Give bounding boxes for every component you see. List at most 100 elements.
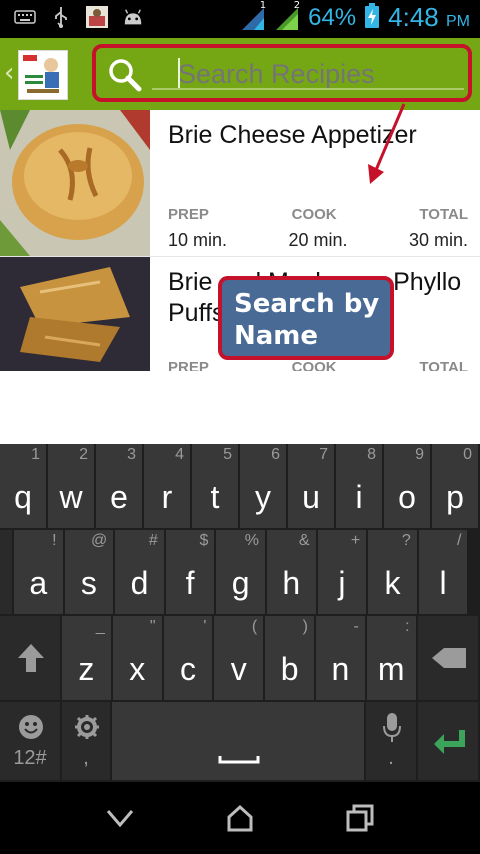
key-d[interactable]: # d	[115, 530, 166, 616]
key-label: m	[377, 651, 405, 687]
key-hint: &	[298, 532, 310, 549]
key-o[interactable]: 9o	[384, 444, 432, 530]
key-hint: )	[302, 618, 308, 635]
key-r[interactable]: 4r	[144, 444, 192, 530]
key-hint: #	[148, 532, 158, 549]
key-hint: %	[244, 532, 259, 549]
key-label: f	[185, 565, 195, 601]
enter-key[interactable]	[418, 702, 480, 782]
key-u[interactable]: 7u	[288, 444, 336, 530]
backspace-icon	[432, 648, 466, 668]
key-label: p	[446, 479, 464, 515]
key-label: w	[59, 479, 83, 515]
key-hint: (	[251, 618, 258, 635]
key-hint: '	[203, 618, 207, 635]
key-v[interactable]: (v	[214, 616, 266, 702]
key-label: v	[230, 651, 247, 687]
key-j[interactable]: + j	[317, 530, 369, 616]
key-e[interactable]: 3e	[96, 444, 144, 530]
key-n[interactable]: -n	[316, 616, 367, 702]
recipe-thumbnail	[0, 257, 150, 371]
shift-icon	[18, 644, 44, 672]
space-icon	[218, 756, 260, 764]
key-hint: 4	[175, 446, 184, 463]
key-hint: 1	[31, 446, 40, 463]
key-label: s	[80, 565, 97, 601]
key-hint: 6	[271, 446, 280, 463]
key-c[interactable]: ' c	[163, 616, 215, 702]
comma-key[interactable]: ,	[62, 702, 112, 782]
key-m[interactable]: :m	[366, 616, 418, 702]
key-label: r	[161, 479, 173, 515]
key-label: d	[130, 565, 149, 601]
key-h[interactable]: & h	[267, 530, 318, 616]
backspace-key[interactable]	[418, 616, 480, 702]
key-hint: "	[149, 618, 156, 635]
total-label: TOTAL	[419, 359, 468, 371]
key-z[interactable]: _ z	[62, 616, 113, 702]
key-q[interactable]: 1q	[0, 444, 48, 530]
key-hint: 8	[367, 446, 376, 463]
navigation-bar	[0, 782, 480, 854]
key-label: g	[231, 565, 250, 601]
search-by-name-callout: Search by Name	[218, 276, 394, 360]
key-hint: 5	[223, 446, 232, 463]
key-hint: 3	[127, 446, 136, 463]
key-a[interactable]: ! a	[14, 530, 65, 616]
symbols-key[interactable]: 12#	[0, 702, 62, 782]
key-label: j	[338, 565, 346, 601]
cook-label: COOK	[291, 359, 337, 371]
key-label: h	[282, 565, 301, 601]
shift-key[interactable]	[0, 616, 62, 702]
key-g[interactable]: % g	[216, 530, 267, 616]
key-l[interactable]: / l	[418, 530, 470, 616]
xt9-key[interactable]	[0, 530, 14, 616]
key-i[interactable]: 8i	[336, 444, 384, 530]
key-hint: !	[52, 532, 57, 549]
key-label: l	[439, 565, 447, 601]
key-hint: +	[350, 532, 361, 549]
recents-icon[interactable]	[340, 800, 380, 836]
space-key[interactable]	[112, 702, 366, 782]
key-label: k	[384, 565, 401, 601]
period-key[interactable]: .	[366, 702, 418, 782]
prep-label: PREP	[168, 359, 209, 371]
key-label: u	[302, 479, 320, 515]
key-hint: ?	[401, 532, 411, 549]
key-hint: /	[456, 532, 462, 549]
key-hint: 2	[79, 446, 88, 463]
key-label: q	[14, 479, 32, 515]
callout-arrow	[368, 103, 406, 184]
key-w[interactable]: 2w	[48, 444, 96, 530]
key-hint: -	[353, 618, 359, 635]
emoji-icon	[19, 715, 43, 739]
key-label: t	[210, 479, 220, 515]
symbols-label: 12#	[13, 747, 47, 769]
home-icon[interactable]	[220, 800, 260, 836]
key-hint: 7	[319, 446, 328, 463]
enter-icon	[434, 730, 465, 754]
key-hint: $	[199, 532, 209, 549]
key-label: c	[179, 651, 196, 687]
key-label: i	[355, 479, 363, 515]
key-k[interactable]: ? k	[368, 530, 419, 616]
back-chevron-icon[interactable]	[100, 800, 140, 836]
key-label: o	[398, 479, 416, 515]
key-hint: @	[90, 532, 108, 549]
key-label: y	[255, 479, 271, 515]
key-hint: 0	[463, 446, 472, 463]
key-label: a	[29, 565, 48, 601]
soft-keyboard: 1q2w3e4r5t6y7u8i9o0p ! a @ s # d $ f% g & h + j? k / l …	[0, 444, 480, 782]
key-f[interactable]: $ f	[165, 530, 217, 616]
key-t[interactable]: 5t	[192, 444, 240, 530]
key-y[interactable]: 6y	[240, 444, 288, 530]
key-s[interactable]: @ s	[64, 530, 116, 616]
key-label: e	[110, 479, 128, 515]
key-p[interactable]: 0p	[432, 444, 480, 530]
microphone-icon	[383, 713, 401, 742]
period-label: .	[388, 747, 394, 769]
comma-label: ,	[83, 747, 89, 769]
gear-icon	[75, 715, 99, 739]
key-b[interactable]: ) b	[265, 616, 316, 702]
key-x[interactable]: " x	[112, 616, 164, 702]
